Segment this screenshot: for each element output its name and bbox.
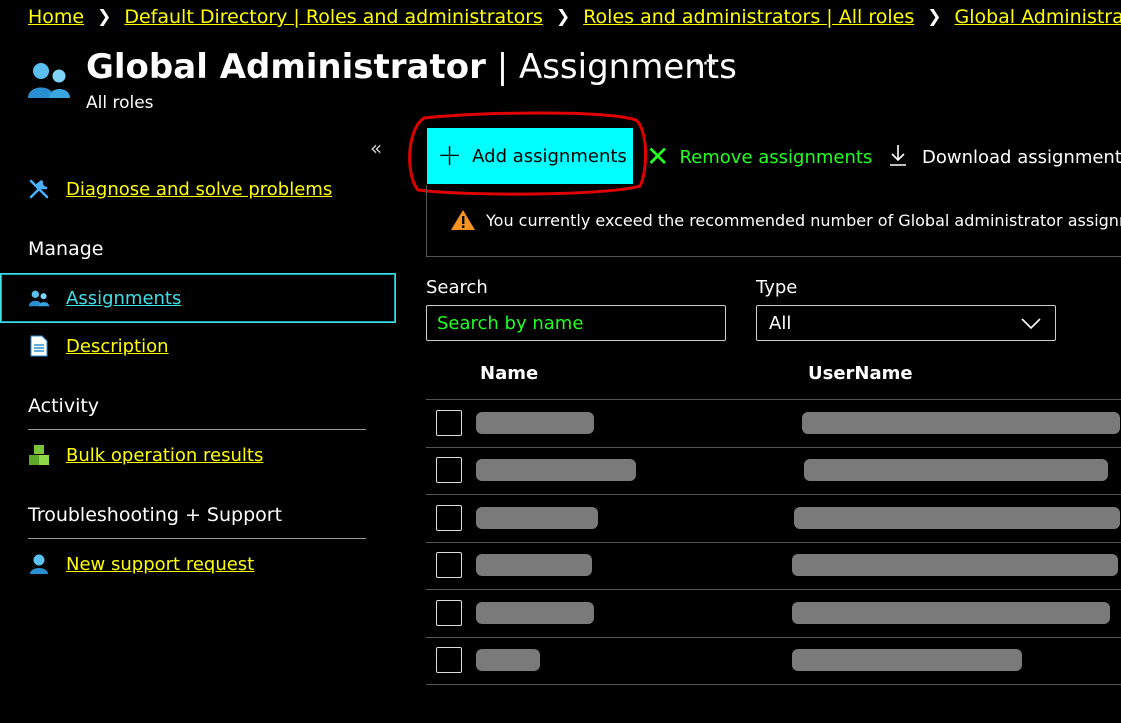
sidebar-item-label[interactable]: Description [66,336,169,357]
redacted-name [476,601,594,624]
breadcrumb-all-roles[interactable]: Roles and administrators | All roles [583,6,914,28]
column-header-name[interactable]: Name [480,363,538,384]
chevron-right-icon: ❯ [555,7,571,27]
chevron-down-icon [1021,318,1041,330]
table-row-divider [426,636,1121,638]
sidebar-item-assignments[interactable]: Assignments [28,287,181,309]
table-row-divider [426,541,1121,543]
type-select[interactable]: All [756,305,1056,341]
remove-assignments-label: Remove assignments [679,146,873,168]
sidebar-item-label[interactable]: New support request [66,554,254,575]
sidebar-item-description[interactable]: Description [28,335,169,357]
row-checkbox[interactable] [436,599,462,626]
column-header-username[interactable]: UserName [808,363,913,384]
users-icon [28,287,50,309]
search-input[interactable] [426,305,726,341]
document-icon [28,335,50,357]
type-label: Type [756,277,798,298]
table-row-divider [426,446,1121,448]
redacted-username [792,601,1110,624]
section-heading-troubleshooting: Troubleshooting + Support [28,504,283,526]
page-subtitle: All roles [86,93,154,113]
redacted-username [792,649,1022,672]
redacted-name [476,554,592,577]
sidebar-item-label[interactable]: Assignments [66,288,181,309]
divider [28,429,366,430]
breadcrumb-global-administrator[interactable]: Global Administrator [954,6,1121,28]
wrench-icon [28,178,50,200]
warning-text: You currently exceed the recommended num… [486,211,1121,230]
breadcrumb-home[interactable]: Home [28,6,84,28]
redacted-name [476,506,598,529]
chevron-right-icon: ❯ [927,7,942,27]
users-icon [28,63,70,98]
section-heading-activity: Activity [28,395,100,417]
sidebar-item-bulk-operations[interactable]: Bulk operation results [28,444,263,466]
row-checkbox[interactable] [436,504,462,531]
sidebar-item-label[interactable]: Bulk operation results [66,445,263,466]
plus-icon: + [437,138,463,173]
row-checkbox[interactable] [436,647,462,674]
warning-icon [451,210,475,230]
remove-assignments-button[interactable]: ✕ Remove assignments [646,143,872,171]
section-heading-manage: Manage [28,238,104,260]
sidebar-item-support[interactable]: New support request [28,553,254,575]
search-label: Search [426,277,488,298]
chevron-right-icon: ❯ [97,7,112,27]
redacted-name [476,459,636,482]
more-options-icon[interactable]: ··· [694,52,718,77]
redacted-name [476,649,540,672]
download-icon [888,143,908,172]
download-assignments-button[interactable]: Download assignments [888,143,1121,172]
collapse-sidebar-icon[interactable]: « [370,136,382,160]
sidebar-item-diagnose[interactable]: Diagnose and solve problems [28,178,332,200]
row-checkbox[interactable] [436,409,462,436]
row-checkbox[interactable] [436,552,462,579]
divider [28,538,366,539]
table-header-divider [426,399,1121,400]
table-row-divider [426,684,1121,685]
page-title-bold: Global Administrator [86,47,486,87]
redacted-username [792,554,1118,577]
add-assignments-button[interactable]: + Add assignments [427,128,633,184]
cubes-icon [28,444,50,466]
redacted-name [476,411,594,434]
row-checkbox[interactable] [436,457,462,484]
add-assignments-label: Add assignments [472,145,627,167]
breadcrumb: Home ❯ Default Directory | Roles and adm… [28,6,1121,28]
table-row-divider [426,589,1121,590]
table-row-divider [426,494,1121,495]
type-select-value: All [769,312,792,334]
redacted-username [794,506,1120,529]
redacted-username [802,411,1120,434]
support-person-icon [28,553,50,575]
close-icon: ✕ [646,140,670,173]
sidebar-item-label[interactable]: Diagnose and solve problems [66,179,332,200]
redacted-username [804,459,1108,482]
download-assignments-label: Download assignments [922,147,1121,168]
page-title: Global Administrator | Assignments [86,47,737,87]
breadcrumb-default-directory[interactable]: Default Directory | Roles and administra… [124,6,543,28]
